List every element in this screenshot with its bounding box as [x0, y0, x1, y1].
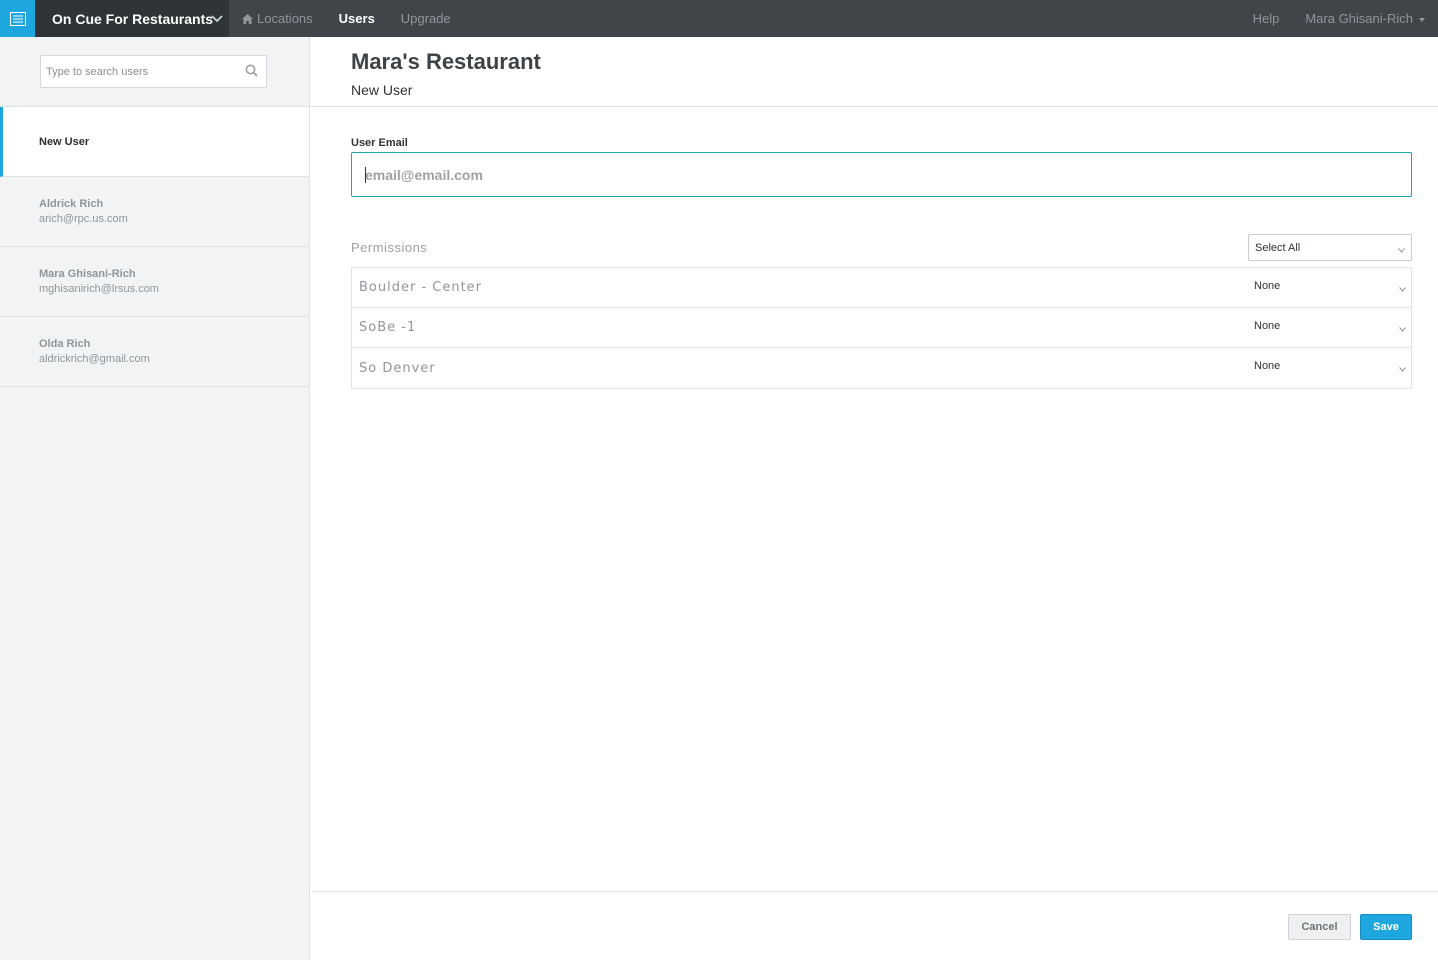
- search-icon[interactable]: [245, 64, 258, 82]
- permission-level-select[interactable]: None: [1254, 320, 1412, 340]
- select-all-dropdown[interactable]: Select All: [1248, 234, 1412, 261]
- permission-level-select[interactable]: None: [1254, 280, 1412, 300]
- user-name: Aldrick Rich: [39, 198, 104, 210]
- home-icon: [242, 13, 253, 24]
- user-search-box: [40, 55, 267, 88]
- permission-row: SoBe -1 None: [352, 308, 1411, 348]
- select-all-value: Select All: [1255, 241, 1301, 254]
- email-field[interactable]: [365, 166, 1365, 183]
- nav-upgrade-label: Upgrade: [400, 11, 451, 26]
- users-sidebar: New User Aldrick Rich arich@rpc.us.com M…: [0, 37, 310, 960]
- account-menu[interactable]: Mara Ghisani-Rich: [1292, 0, 1438, 37]
- cancel-button[interactable]: Cancel: [1288, 914, 1351, 940]
- nav-upgrade[interactable]: Upgrade: [388, 0, 464, 37]
- user-list-item[interactable]: Olda Rich aldrickrich@gmail.com: [0, 317, 309, 387]
- new-user-form: User Email Permissions Select All Boulde…: [311, 107, 1412, 389]
- user-name: Olda Rich: [39, 338, 91, 350]
- user-list-item[interactable]: Mara Ghisani-Rich mghisanirich@lrsus.com: [0, 247, 309, 317]
- search-area: [0, 37, 309, 107]
- chevron-down-icon: [1399, 363, 1406, 375]
- nav-locations-label: Locations: [257, 11, 313, 26]
- user-search-input[interactable]: [41, 56, 231, 87]
- main-panel: Mara's Restaurant New User User Email Pe…: [311, 37, 1438, 960]
- caret-down-icon: [1419, 17, 1425, 22]
- email-label: User Email: [351, 137, 408, 149]
- page-title: Mara's Restaurant: [351, 49, 541, 74]
- permission-level-value: None: [1254, 320, 1281, 332]
- permission-row: Boulder - Center None: [352, 268, 1411, 308]
- email-field-wrapper: [351, 152, 1412, 197]
- chevron-down-icon: [211, 11, 223, 27]
- user-email: arich@rpc.us.com: [39, 213, 128, 225]
- page-subtitle: New User: [351, 82, 413, 98]
- app-switcher[interactable]: On Cue For Restaurants: [35, 0, 229, 37]
- form-footer: Cancel Save: [311, 891, 1438, 960]
- nav-locations[interactable]: Locations: [229, 0, 326, 37]
- permission-level-value: None: [1254, 280, 1281, 292]
- chevron-down-icon: [1399, 323, 1406, 335]
- chevron-down-icon: [1398, 244, 1405, 256]
- main-nav: Locations Users Upgrade: [229, 0, 464, 37]
- permissions-table: Boulder - Center None SoBe -1 None So De…: [351, 267, 1412, 389]
- permission-row: So Denver None: [352, 348, 1411, 388]
- user-list-item[interactable]: Aldrick Rich arich@rpc.us.com: [0, 177, 309, 247]
- page-header: Mara's Restaurant New User: [311, 37, 1438, 107]
- nav-users[interactable]: Users: [326, 0, 388, 37]
- app-name: On Cue For Restaurants: [52, 10, 214, 27]
- user-email: mghisanirich@lrsus.com: [39, 283, 159, 295]
- top-navbar: On Cue For Restaurants Locations Users U…: [0, 0, 1438, 37]
- app-logo-icon[interactable]: [0, 0, 35, 37]
- user-name: New User: [39, 135, 90, 148]
- user-list-item-new-user[interactable]: New User: [0, 107, 309, 177]
- chevron-down-icon: [1399, 283, 1406, 295]
- nav-users-label: Users: [338, 11, 375, 26]
- account-name: Mara Ghisani-Rich: [1305, 11, 1413, 26]
- permission-level-select[interactable]: None: [1254, 360, 1412, 380]
- permissions-header: Permissions Select All: [351, 234, 1412, 261]
- user-name: Mara Ghisani-Rich: [39, 268, 136, 280]
- location-name: SoBe -1: [359, 320, 417, 335]
- user-email: aldrickrich@gmail.com: [39, 353, 150, 365]
- text-cursor: [365, 167, 366, 183]
- permission-level-value: None: [1254, 360, 1281, 372]
- location-name: Boulder - Center: [359, 280, 483, 295]
- permissions-title: Permissions: [351, 240, 428, 255]
- save-button[interactable]: Save: [1360, 914, 1412, 940]
- help-link[interactable]: Help: [1240, 0, 1293, 37]
- location-name: So Denver: [359, 360, 436, 376]
- top-right-menu: Help Mara Ghisani-Rich: [1240, 0, 1438, 37]
